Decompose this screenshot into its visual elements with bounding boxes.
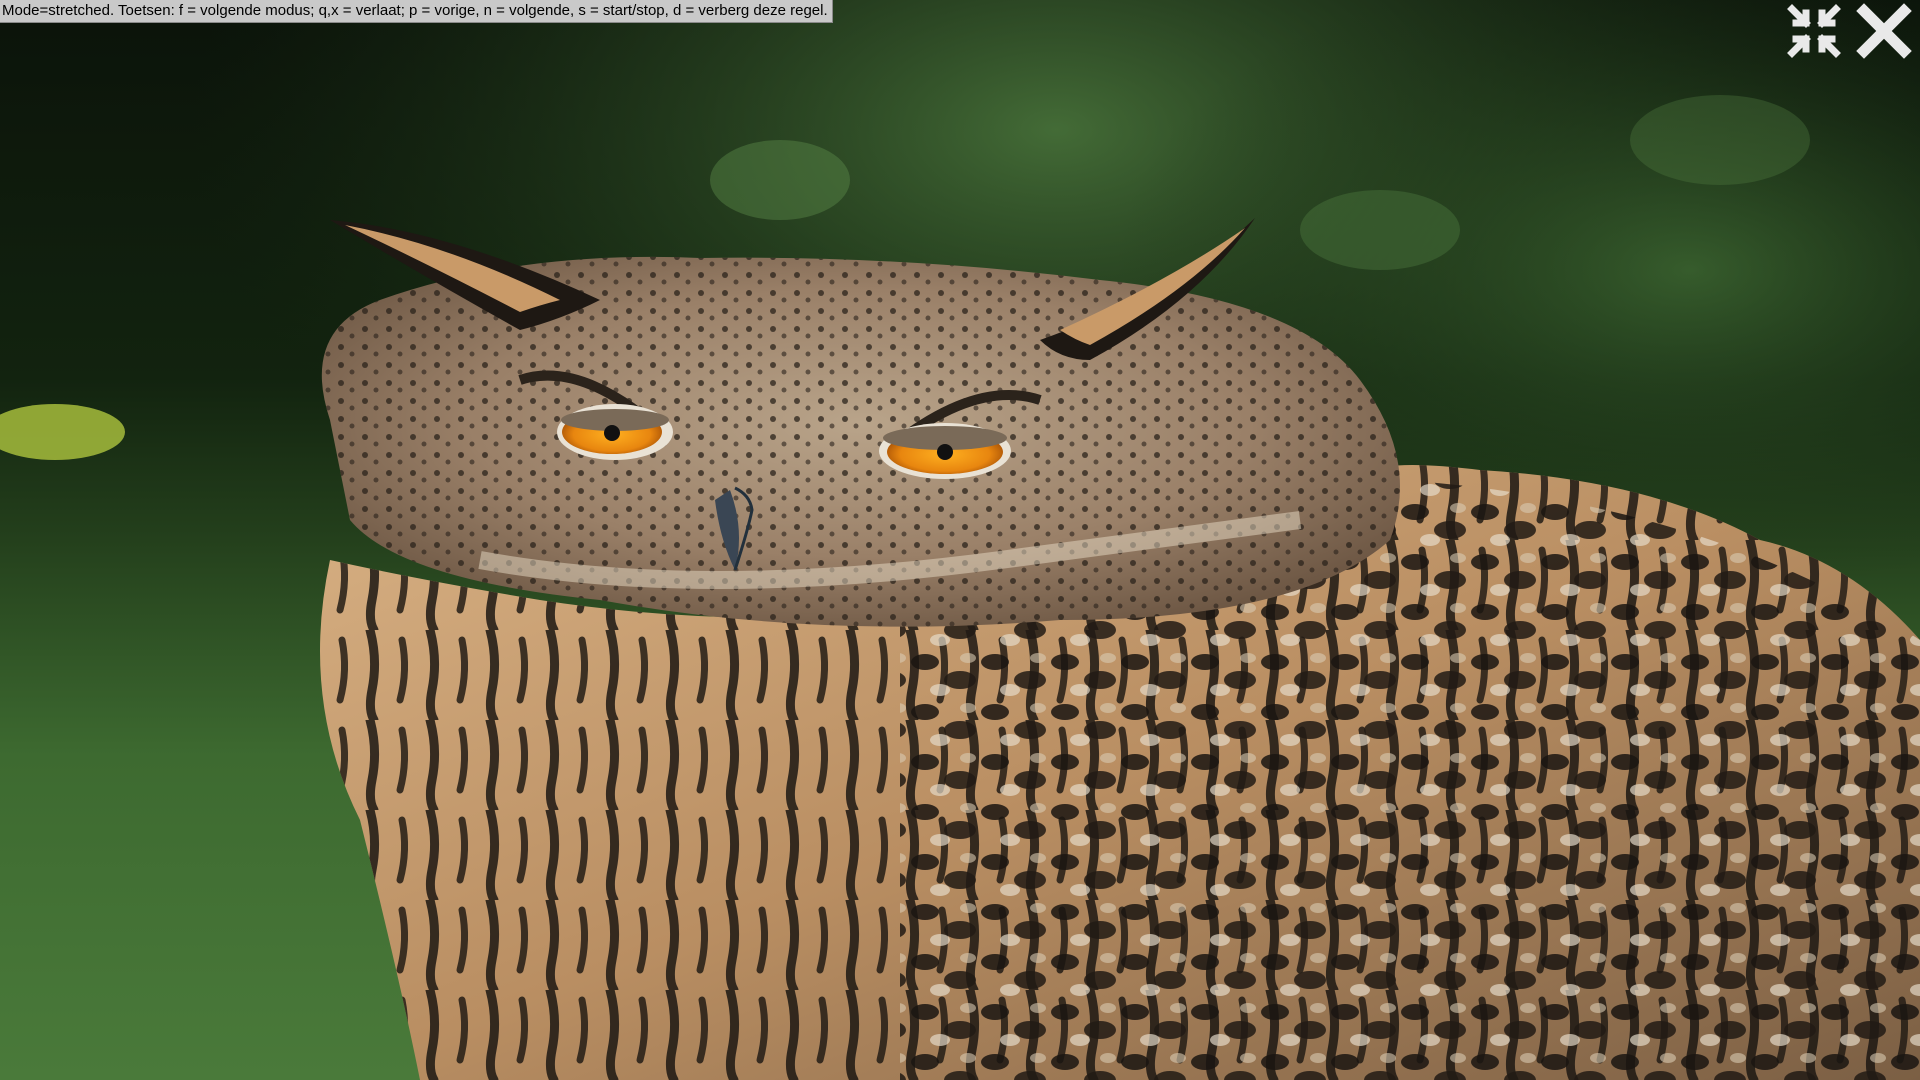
close-button[interactable] xyxy=(1854,1,1914,61)
image-viewer[interactable]: Mode=stretched. Toetsen: f = volgende mo… xyxy=(0,0,1920,1080)
owl-photo xyxy=(0,0,1920,1080)
exit-fullscreen-button[interactable] xyxy=(1784,1,1844,61)
viewer-status-bar[interactable]: Mode=stretched. Toetsen: f = volgende mo… xyxy=(0,0,833,23)
exit-fullscreen-icon xyxy=(1787,4,1841,58)
viewer-controls xyxy=(1784,0,1920,62)
close-icon xyxy=(1856,3,1912,59)
